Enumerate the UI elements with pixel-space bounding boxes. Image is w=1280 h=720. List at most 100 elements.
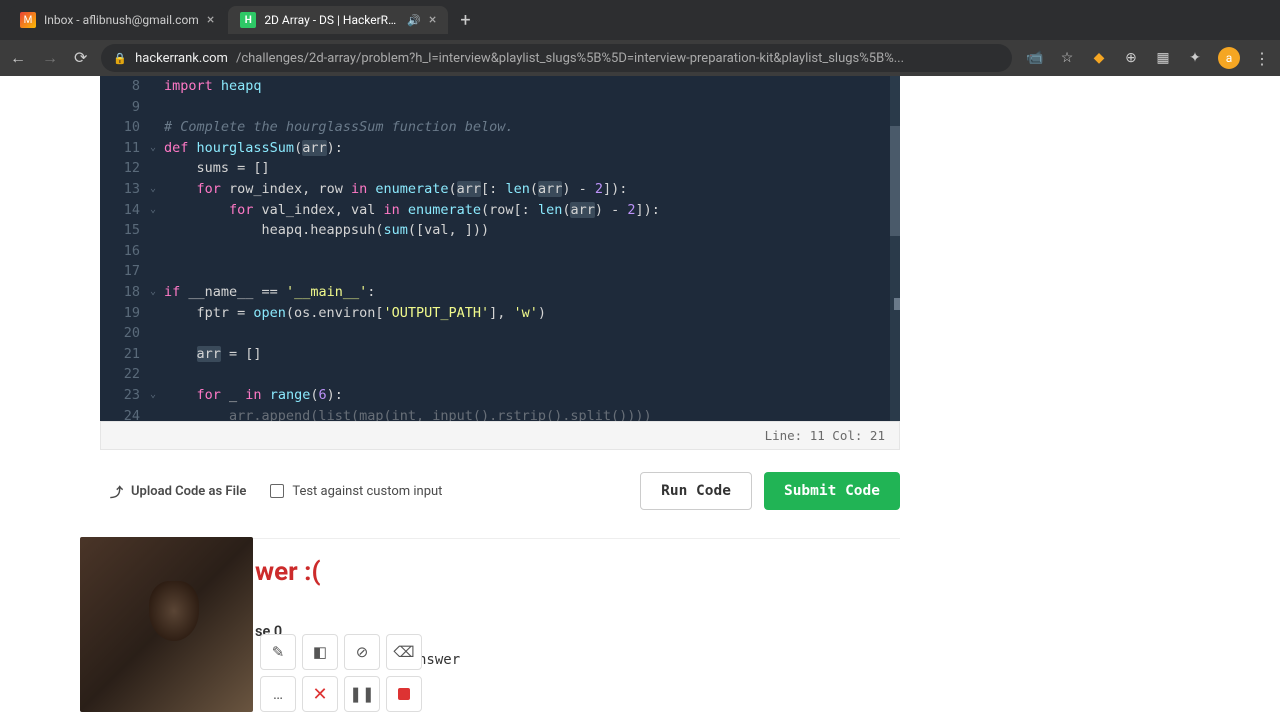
fold-icon	[150, 323, 164, 344]
code-line[interactable]: 23⌄ for _ in range(6):	[100, 385, 900, 406]
code-line[interactable]: 10# Complete the hourglassSum function b…	[100, 117, 900, 138]
profile-avatar[interactable]: a	[1218, 47, 1240, 69]
code-content[interactable]: sums = []	[164, 158, 900, 179]
upload-code-link[interactable]: ⤴ Upload Code as File	[110, 482, 246, 501]
code-line[interactable]: 13⌄ for row_index, row in enumerate(arr[…	[100, 179, 900, 200]
fold-icon[interactable]: ⌄	[150, 200, 164, 221]
code-content[interactable]: # Complete the hourglassSum function bel…	[164, 117, 900, 138]
code-line[interactable]: 17	[100, 261, 900, 282]
code-editor[interactable]: 8import heapq910# Complete the hourglass…	[100, 76, 900, 421]
fold-icon[interactable]: ⌄	[150, 138, 164, 159]
webcam-overlay[interactable]	[80, 537, 253, 712]
code-line[interactable]: 24 arr.append(list(map(int, input().rstr…	[100, 406, 900, 422]
tab-hackerrank[interactable]: H 2D Array - DS | HackerRan 🔊 ×	[228, 6, 448, 34]
more-icon[interactable]: …	[260, 676, 296, 712]
browser-chrome: M Inbox - aflibnush@gmail.com × H 2D Arr…	[0, 0, 1280, 76]
tab-gmail[interactable]: M Inbox - aflibnush@gmail.com ×	[8, 6, 226, 34]
code-line[interactable]: 8import heapq	[100, 76, 900, 97]
audio-icon: 🔊	[407, 14, 421, 27]
code-line[interactable]: 14⌄ for val_index, val in enumerate(row[…	[100, 200, 900, 221]
code-line[interactable]: 22	[100, 364, 900, 385]
code-line[interactable]: 12 sums = []	[100, 158, 900, 179]
url-path: /challenges/2d-array/problem?h_l=intervi…	[236, 51, 904, 66]
camera-icon[interactable]: 📹	[1026, 49, 1044, 67]
code-content[interactable]: for _ in range(6):	[164, 385, 900, 406]
line-number: 17	[100, 261, 150, 282]
tab-title: 2D Array - DS | HackerRan	[264, 13, 399, 27]
pause-icon[interactable]: ❚❚	[344, 676, 380, 712]
nav-icons: ← → ⟳	[10, 48, 87, 68]
code-content[interactable]: arr.append(list(map(int, input().rstrip(…	[164, 406, 900, 422]
line-number: 13	[100, 179, 150, 200]
code-content[interactable]: def hourglassSum(arr):	[164, 138, 900, 159]
tool-icon[interactable]: ⌫	[386, 634, 422, 670]
stop-icon[interactable]	[386, 676, 422, 712]
code-content[interactable]	[164, 241, 900, 262]
upload-icon: ⤴	[110, 482, 123, 501]
tabs-bar: M Inbox - aflibnush@gmail.com × H 2D Arr…	[0, 0, 1280, 40]
checkbox-icon[interactable]	[270, 484, 284, 498]
new-tab-button[interactable]: +	[450, 6, 480, 35]
clear-icon[interactable]: ⊘	[344, 634, 380, 670]
menu-icon[interactable]: ⋮	[1254, 49, 1270, 68]
code-content[interactable]: for row_index, row in enumerate(arr[: le…	[164, 179, 900, 200]
scrollbar-vertical[interactable]	[890, 76, 900, 421]
code-line[interactable]: 18⌄if __name__ == '__main__':	[100, 282, 900, 303]
code-content[interactable]	[164, 261, 900, 282]
fold-icon	[150, 344, 164, 365]
line-number: 24	[100, 406, 150, 422]
code-content[interactable]: heapq.heappsuh(sum([val, ]))	[164, 220, 900, 241]
back-icon[interactable]: ←	[10, 48, 26, 68]
editor-container: 8import heapq910# Complete the hourglass…	[100, 76, 900, 450]
ext1-icon[interactable]: ◆	[1090, 49, 1108, 67]
code-content[interactable]: arr = []	[164, 344, 900, 365]
url-domain: hackerrank.com	[135, 51, 228, 66]
run-code-button[interactable]: Run Code	[640, 472, 752, 510]
recorder-toolbar: ✎ ◧ ⊘ ⌫ … ✕ ❚❚	[260, 634, 422, 712]
puzzle-icon[interactable]: ✦	[1186, 49, 1204, 67]
fold-icon[interactable]: ⌄	[150, 179, 164, 200]
fold-icon	[150, 97, 164, 118]
code-content[interactable]	[164, 364, 900, 385]
fold-icon	[150, 261, 164, 282]
fold-icon	[150, 117, 164, 138]
code-line[interactable]: 9	[100, 97, 900, 118]
code-line[interactable]: 20	[100, 323, 900, 344]
code-line[interactable]: 21 arr = []	[100, 344, 900, 365]
close-icon[interactable]: ×	[207, 12, 214, 28]
code-content[interactable]: import heapq	[164, 76, 900, 97]
cancel-icon[interactable]: ✕	[302, 676, 338, 712]
url-input[interactable]: 🔒 hackerrank.com/challenges/2d-array/pro…	[101, 44, 1012, 72]
close-icon[interactable]: ×	[429, 12, 436, 28]
reload-icon[interactable]: ⟳	[74, 48, 87, 68]
code-content[interactable]: if __name__ == '__main__':	[164, 282, 900, 303]
code-content[interactable]	[164, 323, 900, 344]
fold-icon[interactable]: ⌄	[150, 282, 164, 303]
eraser-icon[interactable]: ◧	[302, 634, 338, 670]
ext3-icon[interactable]: ▦	[1154, 49, 1172, 67]
code-line[interactable]: 15 heapq.heappsuh(sum([val, ]))	[100, 220, 900, 241]
code-content[interactable]: for val_index, val in enumerate(row[: le…	[164, 200, 900, 221]
line-number: 23	[100, 385, 150, 406]
ext2-icon[interactable]: ⊕	[1122, 49, 1140, 67]
code-line[interactable]: 19 fptr = open(os.environ['OUTPUT_PATH']…	[100, 303, 900, 324]
upload-label: Upload Code as File	[131, 484, 246, 499]
star-icon[interactable]: ☆	[1058, 49, 1076, 67]
fold-icon[interactable]: ⌄	[150, 385, 164, 406]
line-number: 11	[100, 138, 150, 159]
code-content[interactable]: fptr = open(os.environ['OUTPUT_PATH'], '…	[164, 303, 900, 324]
code-line[interactable]: 16	[100, 241, 900, 262]
scrollbar-thumb[interactable]	[890, 126, 900, 236]
submit-code-button[interactable]: Submit Code	[764, 472, 900, 510]
custom-input-checkbox[interactable]: Test against custom input	[270, 484, 442, 499]
code-content[interactable]	[164, 97, 900, 118]
forward-icon[interactable]: →	[42, 48, 58, 68]
recorder-row-1: ✎ ◧ ⊘ ⌫	[260, 634, 422, 670]
pen-icon[interactable]: ✎	[260, 634, 296, 670]
custom-input-label: Test against custom input	[292, 484, 442, 499]
actions-right: Run Code Submit Code	[640, 472, 900, 510]
fold-icon	[150, 406, 164, 422]
fold-icon	[150, 76, 164, 97]
fold-icon	[150, 158, 164, 179]
code-line[interactable]: 11⌄def hourglassSum(arr):	[100, 138, 900, 159]
